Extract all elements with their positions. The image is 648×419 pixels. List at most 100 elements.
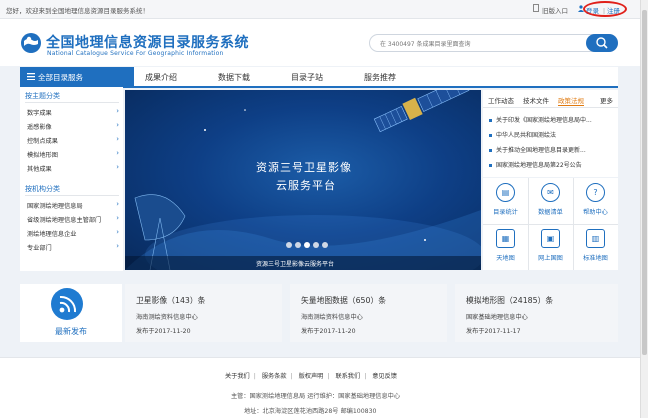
news-item[interactable]: 国家测绘地理信息局第22号公告 (489, 160, 615, 169)
card-heading: 矢量地图数据（650）条 (301, 296, 387, 305)
search-button[interactable] (586, 34, 618, 52)
scrollbar[interactable] (640, 0, 648, 418)
carousel-dots (286, 242, 331, 250)
chevron-right-icon: › (116, 149, 119, 157)
footer-address: 地址：北京海淀区莲花池西路28号 邮编100830 (244, 408, 377, 415)
chevron-right-icon: › (116, 242, 119, 250)
latest-releases: 最新发布 卫星影像（143）条 海南测绘资料信息中心 发布于2017-11-20… (20, 284, 618, 342)
divider (25, 195, 119, 196)
card-org: 国家基础地理信息中心 (466, 314, 528, 321)
quick-link-label: 目录统计 (493, 209, 518, 216)
chevron-right-icon: › (116, 121, 119, 129)
divider (25, 102, 119, 103)
sidebar-item-other[interactable]: 其他成果 › (27, 163, 119, 173)
main-nav: 全部目录服务 成果介绍 数据下载 目录子站 服务推荐 (20, 67, 618, 88)
nav-item-recommend[interactable]: 服务推荐 (364, 72, 396, 83)
help-icon: ? (586, 183, 605, 202)
quick-link-statistics[interactable]: ▤ 目录统计 (483, 178, 528, 224)
nav-all-catalog[interactable]: 全部目录服务 (20, 67, 134, 86)
latest-release-panel[interactable]: 最新发布 (20, 284, 122, 342)
banner-title: 资源三号卫星影像 (256, 161, 352, 174)
chevron-right-icon: › (116, 135, 119, 143)
nav-item-intro[interactable]: 成果介绍 (145, 72, 177, 83)
rss-icon (51, 288, 83, 320)
quick-link-label: 天地图 (496, 255, 515, 262)
site-subtitle: National Catalogue Service For Geographi… (47, 50, 224, 57)
quick-link-help[interactable]: ? 帮助中心 (573, 178, 618, 224)
quick-link-data-list[interactable]: ✉ 数据清单 (528, 178, 573, 224)
data-list-icon: ✉ (541, 183, 560, 202)
logo-icon[interactable] (20, 32, 42, 54)
statistics-icon: ▤ (496, 183, 515, 202)
footer-link-copyright[interactable]: 版权声明 (299, 373, 324, 380)
chevron-right-icon: › (116, 200, 119, 208)
quick-link-standard-map[interactable]: ▥ 标准地图 (573, 224, 618, 270)
sidebar-item-digital[interactable]: 数字成果 › (27, 107, 119, 117)
tianditu-icon: ▦ (496, 229, 515, 248)
card-date: 发布于2017-11-17 (466, 328, 521, 335)
sidebar-item-remote[interactable]: 遥感影像 › (27, 121, 119, 131)
news-item[interactable]: 中华人民共和国测绘法 (489, 130, 615, 139)
search-box (369, 34, 618, 52)
category-sidebar: 按主题分类 数字成果 › 遥感影像 › 控制点成果 › 模拟地形图 › 其他成果 › 按机… (20, 87, 123, 271)
carousel-dot[interactable] (295, 242, 301, 248)
release-card[interactable]: 卫星影像（143）条 海南测绘资料信息中心 发布于2017-11-20 (125, 284, 282, 342)
card-heading: 模拟地形图（24185）条 (466, 296, 554, 305)
quick-links-grid: ▤ 目录统计 ✉ 数据清单 ? 帮助中心 ▦ 天地图 ▣ 网上国图 ▥ 标准地图 (483, 178, 618, 270)
tab-work[interactable]: 工作动态 (488, 95, 514, 105)
sidebar-item-control[interactable]: 控制点成果 › (27, 135, 119, 145)
sidebar-item-professional[interactable]: 专业部门 › (27, 242, 119, 252)
site-title: 全国地理信息资源目录服务系统 (46, 35, 249, 51)
news-item[interactable]: 关于推动全国地理信息目录更新... (489, 145, 615, 154)
quick-link-online-map[interactable]: ▣ 网上国图 (528, 224, 573, 270)
tab-tech[interactable]: 技术文件 (523, 95, 549, 105)
carousel-dot[interactable] (286, 242, 292, 248)
latest-release-label: 最新发布 (55, 327, 87, 336)
sidebar-heading-org: 按机构分类 (25, 185, 60, 193)
sidebar-item-provincial[interactable]: 省级测绘地理信息主管部门 › (27, 214, 119, 224)
banner-subtitle: 云服务平台 (276, 179, 336, 192)
tab-policy[interactable]: 政策法规 (558, 95, 584, 106)
quick-link-tianditu[interactable]: ▦ 天地图 (483, 224, 528, 270)
menu-icon (27, 73, 35, 80)
divider (483, 107, 618, 108)
top-bar: 您好，欢迎来到全国地理信息资源目录服务系统！ 旧版入口 登录 注册 | (0, 0, 648, 19)
carousel-dot[interactable] (322, 242, 328, 248)
carousel-dot[interactable] (304, 242, 310, 248)
quick-link-label: 网上国图 (538, 255, 563, 262)
nav-item-download[interactable]: 数据下载 (218, 72, 250, 83)
nav-item-substation[interactable]: 目录子站 (291, 72, 323, 83)
online-map-icon: ▣ (541, 229, 560, 248)
sidebar-item-topo[interactable]: 模拟地形图 › (27, 149, 119, 159)
banner-caption-bar: 资源三号卫星影像云服务平台 (125, 256, 481, 270)
card-date: 发布于2017-11-20 (136, 328, 191, 335)
search-input[interactable] (378, 38, 592, 50)
chevron-right-icon: › (116, 228, 119, 236)
footer-links: 关于我们 | 服务条款 | 版权声明 | 联系我们 | 意见反馈 (225, 373, 397, 380)
footer-link-contact[interactable]: 联系我们 (335, 373, 360, 380)
release-card[interactable]: 矢量地图数据（650）条 海南测绘资料信息中心 发布于2017-11-20 (290, 284, 447, 342)
sidebar-heading-theme: 按主题分类 (25, 92, 60, 100)
card-heading: 卫星影像（143）条 (136, 296, 206, 305)
sidebar-item-enterprise[interactable]: 测绘地理信息企业 › (27, 228, 119, 238)
chevron-right-icon: › (116, 163, 119, 171)
footer-link-terms[interactable]: 服务条款 (262, 373, 287, 380)
release-card[interactable]: 模拟地形图（24185）条 国家基础地理信息中心 发布于2017-11-17 (455, 284, 618, 342)
search-icon (596, 37, 608, 49)
sidebar-item-national[interactable]: 国家测绘地理信息局 › (27, 200, 119, 210)
quick-link-label: 帮助中心 (583, 209, 608, 216)
footer-link-feedback[interactable]: 意见反馈 (372, 373, 397, 380)
more-link[interactable]: 更多 (600, 95, 613, 105)
page-icon (533, 4, 539, 12)
scrollbar-thumb[interactable] (642, 10, 647, 355)
news-item[interactable]: 关于印发《国家测绘地理信息局中... (489, 115, 615, 124)
carousel-dot[interactable] (313, 242, 319, 248)
card-date: 发布于2017-11-20 (301, 328, 356, 335)
hero-banner[interactable]: 资源三号卫星影像 云服务平台 资源三号卫星影像云服务平台 (125, 90, 481, 270)
footer-link-about[interactable]: 关于我们 (225, 373, 250, 380)
banner-caption: 资源三号卫星影像云服务平台 (256, 261, 335, 268)
nav-home-label: 全部目录服务 (38, 73, 83, 82)
highlight-oval (583, 1, 627, 17)
old-version-link[interactable]: 旧版入口 (542, 5, 568, 15)
site-footer: 关于我们 | 服务条款 | 版权声明 | 联系我们 | 意见反馈 主管：国家测绘地理信息… (0, 357, 648, 419)
